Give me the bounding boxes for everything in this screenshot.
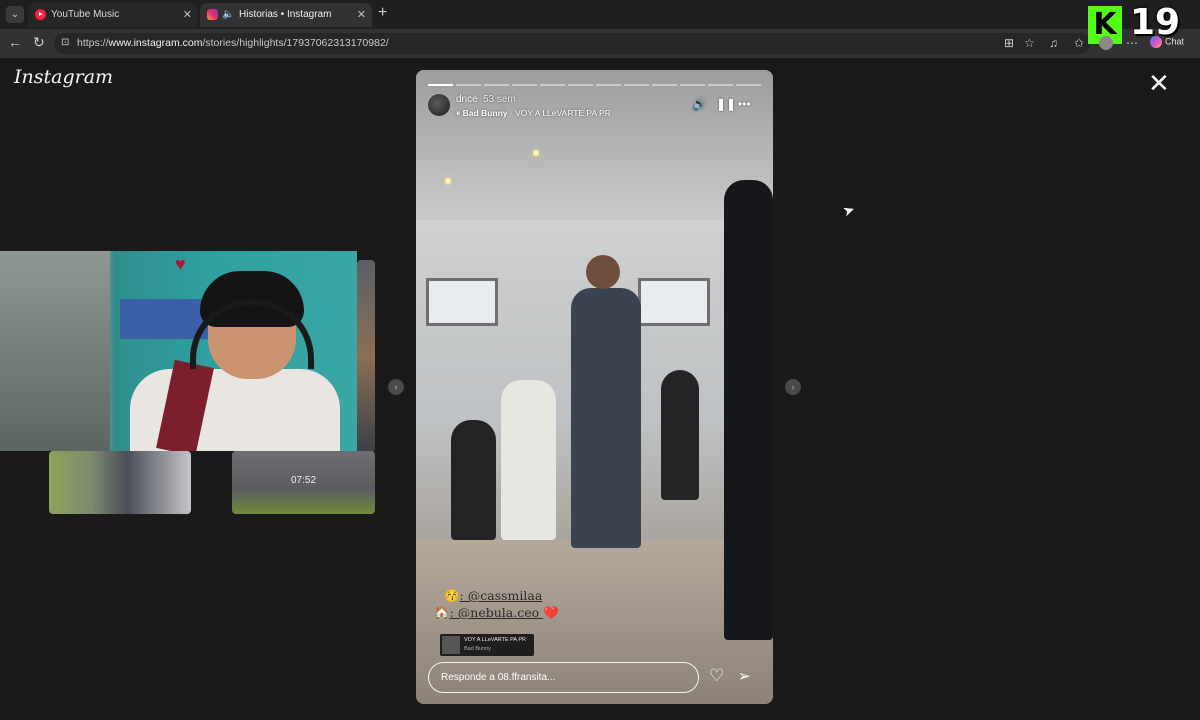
new-tab-icon[interactable]: + xyxy=(378,4,387,22)
close-viewer-icon[interactable]: ✕ xyxy=(1148,70,1170,96)
previous-story-thumbnail[interactable] xyxy=(357,260,375,453)
reload-icon[interactable]: ↻ xyxy=(33,34,45,51)
reply-input[interactable] xyxy=(441,663,686,692)
favorites-icon[interactable]: ✩ xyxy=(1074,36,1084,50)
mouse-cursor-icon: ➤ xyxy=(840,200,857,220)
tab-instagram-stories[interactable]: 🔈 Historias • Instagram ✕ xyxy=(200,3,372,27)
story-thumbnail[interactable] xyxy=(49,451,191,514)
music-sticker[interactable]: VOY A LLeVARTE PA PR Bad Bunny xyxy=(440,634,534,656)
url-field[interactable]: ⊡ https://www.instagram.com/stories/high… xyxy=(54,33,1090,54)
app-available-icon[interactable]: ⊞ xyxy=(1004,36,1014,50)
story-lamp xyxy=(445,178,451,184)
pause-icon[interactable]: ❚❚ xyxy=(716,97,736,111)
story-lamp xyxy=(533,150,539,156)
story-dancer-foreground xyxy=(724,180,773,640)
story-window xyxy=(426,278,498,326)
next-story-arrow-icon[interactable]: › xyxy=(785,379,801,395)
progress-segment xyxy=(512,84,537,86)
media-control-icon[interactable]: ♫ xyxy=(1049,36,1058,50)
tab-title: Historias • Instagram xyxy=(239,9,332,20)
close-tab-icon[interactable]: ✕ xyxy=(357,3,366,27)
previous-story-arrow-icon[interactable]: ‹ xyxy=(388,379,404,395)
progress-segment xyxy=(568,84,593,86)
address-bar: ← ↻ ⊡ https://www.instagram.com/stories/… xyxy=(0,29,1200,58)
webcam-heart-decoration: ♥ xyxy=(175,254,186,274)
webcam-wall xyxy=(0,251,110,451)
sticker-artist: Bad Bunny xyxy=(464,646,491,652)
story-dancer-head xyxy=(586,255,620,289)
progress-segment xyxy=(680,84,705,86)
story-ceiling xyxy=(416,70,773,220)
story-thumbnail[interactable]: 07:52 xyxy=(232,451,375,514)
progress-segment xyxy=(540,84,565,86)
story-dancer xyxy=(661,370,699,500)
progress-segment xyxy=(624,84,649,86)
tab-bar: ⌄ YouTube Music ✕ 🔈 Historias • Instagra… xyxy=(0,0,1200,29)
progress-segment xyxy=(484,84,509,86)
tab-youtube-music[interactable]: YouTube Music ✕ xyxy=(28,3,198,27)
close-tab-icon[interactable]: ✕ xyxy=(183,3,192,27)
speaker-icon[interactable]: 🔈 xyxy=(222,3,234,27)
mention-tag[interactable]: 🏠: @nebula.ceo ❤️ xyxy=(434,605,559,621)
site-info-icon[interactable]: ⊡ xyxy=(61,37,69,48)
mention-tag[interactable]: 😚: @cassmilaa xyxy=(444,588,542,604)
album-art xyxy=(442,636,460,654)
instagram-logo[interactable]: Instagram xyxy=(14,66,113,88)
progress-segment xyxy=(708,84,733,86)
progress-segment xyxy=(596,84,621,86)
music-bars-icon: ⏸ xyxy=(456,108,461,118)
story-window xyxy=(638,278,710,326)
more-options-icon[interactable]: ••• xyxy=(738,97,751,111)
tab-title: YouTube Music xyxy=(51,9,120,20)
story-progress-bar xyxy=(428,84,761,86)
stream-counter: 19 xyxy=(1130,2,1181,43)
story-card[interactable]: dnce 53 sem ⏸ Bad Bunny · VOY A LLeVARTE… xyxy=(416,70,773,704)
tab-actions-menu-button[interactable]: ⌄ xyxy=(6,6,24,23)
story-user-avatar[interactable] xyxy=(428,94,450,116)
volume-icon[interactable]: 🔊 xyxy=(692,97,707,111)
story-dancer-main xyxy=(571,288,641,548)
sticker-song-title: VOY A LLeVARTE PA PR xyxy=(464,637,526,643)
url-text: https://www.instagram.com/stories/highli… xyxy=(77,37,389,49)
story-dancer xyxy=(451,420,496,540)
favorite-star-icon[interactable]: ☆ xyxy=(1024,36,1035,50)
story-music-info[interactable]: ⏸ Bad Bunny · VOY A LLeVARTE PA PR xyxy=(456,108,611,119)
story-dancer xyxy=(501,380,556,540)
progress-segment xyxy=(736,84,761,86)
like-heart-icon[interactable]: ♡ xyxy=(709,666,724,686)
progress-segment xyxy=(428,84,453,86)
reply-field[interactable] xyxy=(428,662,699,693)
instagram-icon xyxy=(207,9,218,20)
story-username[interactable]: dnce xyxy=(456,94,478,105)
thumbnail-time: 07:52 xyxy=(290,475,317,486)
youtube-music-icon xyxy=(35,9,46,20)
webcam-overlay: ♥ xyxy=(0,251,357,451)
profile-avatar[interactable] xyxy=(1099,36,1113,50)
send-icon[interactable]: ➢ xyxy=(738,667,751,685)
back-arrow-icon[interactable]: ← xyxy=(8,34,22,50)
progress-segment xyxy=(456,84,481,86)
story-viewer: Instagram ✕ ♥ 07:52 ‹ › dnce 53 sem ⏸ Ba… xyxy=(0,58,1200,720)
story-time-ago: 53 sem xyxy=(483,94,516,105)
progress-segment xyxy=(652,84,677,86)
